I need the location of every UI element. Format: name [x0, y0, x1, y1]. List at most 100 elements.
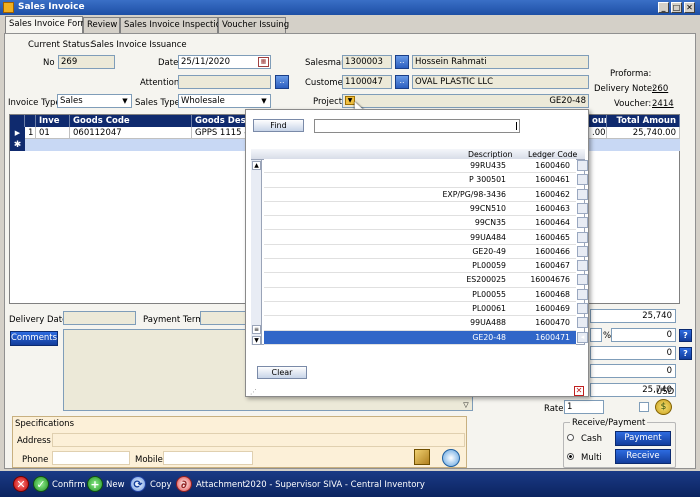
lookup-row[interactable]: P 300501 1600461	[264, 173, 588, 188]
tab-voucher-issuing[interactable]: Voucher Issuing	[218, 17, 289, 33]
lookup-row[interactable]: PL00055 1600468	[264, 287, 588, 302]
invoice-number-field[interactable]: 269	[58, 55, 115, 69]
tab-sales-invoice-form[interactable]: Sales Invoice Form	[5, 16, 89, 34]
new-button[interactable]: New	[106, 480, 125, 490]
date-label: Date	[158, 58, 179, 68]
row-select-box[interactable]	[577, 217, 588, 229]
delivery-note-link[interactable]: 260	[652, 84, 668, 94]
arrow-left-icon[interactable]: ◂	[577, 331, 588, 343]
new-icon[interactable]: +	[87, 476, 103, 492]
grid-header-discount[interactable]: ount	[589, 115, 607, 127]
invoice-type-select[interactable]: Sales ▼	[57, 94, 132, 108]
lookup-row[interactable]: ES200025 16004676	[264, 273, 588, 288]
rate-checkbox[interactable]	[639, 402, 649, 412]
row-select-box[interactable]	[577, 202, 588, 214]
row-select-box[interactable]	[577, 231, 588, 243]
row-select-box[interactable]	[577, 274, 588, 286]
grid-cell-discount[interactable]: .00	[589, 127, 607, 139]
lookup-row[interactable]: 99RU435 1600460	[264, 159, 588, 174]
lookup-row[interactable]: GE20-48 1600471 ◂	[264, 330, 588, 345]
row-select-box[interactable]	[577, 288, 588, 300]
grid-header-total-amount[interactable]: Total Amoun	[607, 115, 680, 127]
row-select-box[interactable]	[577, 245, 588, 257]
calendar-icon[interactable]: ▦	[258, 57, 269, 67]
tab-sales-invoice-inspection[interactable]: Sales Invoice Inspection	[120, 17, 226, 33]
sales-type-select[interactable]: Wholesale ▼	[178, 94, 271, 108]
grid-cell-goods-description[interactable]: GPPS 1115 -	[192, 127, 247, 139]
voucher-link[interactable]: 2414	[652, 99, 674, 109]
grid-cell-total-amount[interactable]: 25,740.00	[607, 127, 680, 139]
lookup-row[interactable]: PL00059 1600467	[264, 259, 588, 274]
scroll-grip-icon[interactable]: ≡	[252, 325, 261, 334]
close-icon[interactable]: ✕	[574, 386, 584, 396]
payment-term-field[interactable]	[200, 311, 248, 325]
grid-cell-inventory[interactable]: 01	[36, 127, 70, 139]
attention-lookup-button[interactable]: ..	[275, 75, 289, 89]
lookup-row[interactable]: PL00061 1600469	[264, 302, 588, 317]
copy-icon[interactable]: ⟳	[130, 476, 146, 492]
multi-radio[interactable]	[567, 453, 574, 460]
refresh-icon[interactable]	[442, 449, 460, 467]
phone-field[interactable]	[52, 451, 130, 465]
attachment-button[interactable]: Attachment	[196, 480, 246, 490]
customer-code-field[interactable]: 1100047	[342, 75, 392, 89]
delivery-date-field[interactable]	[63, 311, 136, 325]
row-select-box[interactable]	[577, 160, 588, 171]
lookup-row[interactable]: 99UA488 1600470	[264, 316, 588, 331]
rate-field[interactable]: 1	[564, 400, 604, 414]
grid-header-goods-code[interactable]: Goods Code	[70, 115, 192, 127]
notepad-icon[interactable]	[414, 449, 430, 465]
confirm-button[interactable]: Confirm	[52, 480, 86, 490]
tab-review[interactable]: Review	[83, 17, 120, 33]
attention-field[interactable]	[178, 75, 271, 89]
salesman-lookup-button[interactable]: ..	[395, 55, 409, 69]
grid-cell-num[interactable]: 1	[25, 127, 36, 139]
lookup-row[interactable]: EXP/PG/98-3436 1600462	[264, 187, 588, 202]
customer-lookup-button[interactable]: ..	[395, 75, 409, 89]
grid-header-goods-description[interactable]: Goods Descr	[192, 115, 247, 127]
row-select-box[interactable]	[577, 260, 588, 272]
grid-cell-goods-code[interactable]: 060112047	[70, 127, 192, 139]
discount-percent-field[interactable]	[590, 328, 602, 342]
address-field[interactable]	[52, 433, 465, 447]
close-form-icon[interactable]: ✕	[13, 476, 29, 492]
payment-button[interactable]: Payment	[615, 431, 671, 446]
row-select-box[interactable]	[577, 317, 588, 329]
description-column-header[interactable]: Description	[468, 150, 512, 159]
salesman-code-field[interactable]: 1300003	[342, 55, 392, 69]
lookup-row[interactable]: GE20-49 1600466	[264, 244, 588, 260]
discount-help-button[interactable]: ?	[679, 329, 692, 342]
confirm-icon[interactable]: ✓	[33, 476, 49, 492]
copy-button[interactable]: Copy	[150, 480, 172, 490]
project-field[interactable]: GE20-48	[342, 94, 589, 108]
lookup-scrollbar[interactable]	[251, 160, 262, 345]
find-button[interactable]: Find	[253, 119, 304, 132]
scroll-up-icon[interactable]: ▲	[252, 161, 261, 170]
tax-field[interactable]: 0	[590, 364, 676, 378]
row-select-box[interactable]	[577, 303, 588, 314]
row-select-box[interactable]	[577, 174, 588, 186]
lookup-row[interactable]: 99CN35 1600464	[264, 216, 588, 231]
clear-button[interactable]: Clear	[257, 366, 307, 379]
additions-field[interactable]: 0	[590, 346, 676, 360]
paperclip-icon[interactable]: ∂	[176, 476, 192, 492]
cash-radio[interactable]	[567, 434, 574, 441]
mobile-field[interactable]	[163, 451, 253, 465]
lookup-row[interactable]: 99CN510 1600463	[264, 201, 588, 217]
discount-amount-field[interactable]: 0	[611, 328, 676, 342]
chevron-down-icon[interactable]: ▽	[461, 401, 471, 410]
comments-button[interactable]: Comments	[10, 331, 58, 346]
coins-icon[interactable]: $	[655, 399, 672, 415]
additions-help-button[interactable]: ?	[679, 347, 692, 360]
maximize-button[interactable]: □	[671, 2, 682, 13]
lookup-row[interactable]: 99UA484 1600465	[264, 230, 588, 245]
grid-header-inventory[interactable]: Inve	[36, 115, 70, 127]
scroll-down-icon[interactable]: ▼	[252, 336, 261, 345]
receive-button[interactable]: Receive	[615, 449, 671, 464]
ledger-code-column-header[interactable]: Ledger Code	[528, 150, 577, 159]
close-button[interactable]: ✕	[684, 2, 695, 13]
resize-grip-icon[interactable]: ⋰	[250, 388, 257, 396]
find-input[interactable]	[314, 119, 520, 133]
minimize-button[interactable]: _	[658, 2, 669, 13]
row-select-box[interactable]	[577, 188, 588, 200]
